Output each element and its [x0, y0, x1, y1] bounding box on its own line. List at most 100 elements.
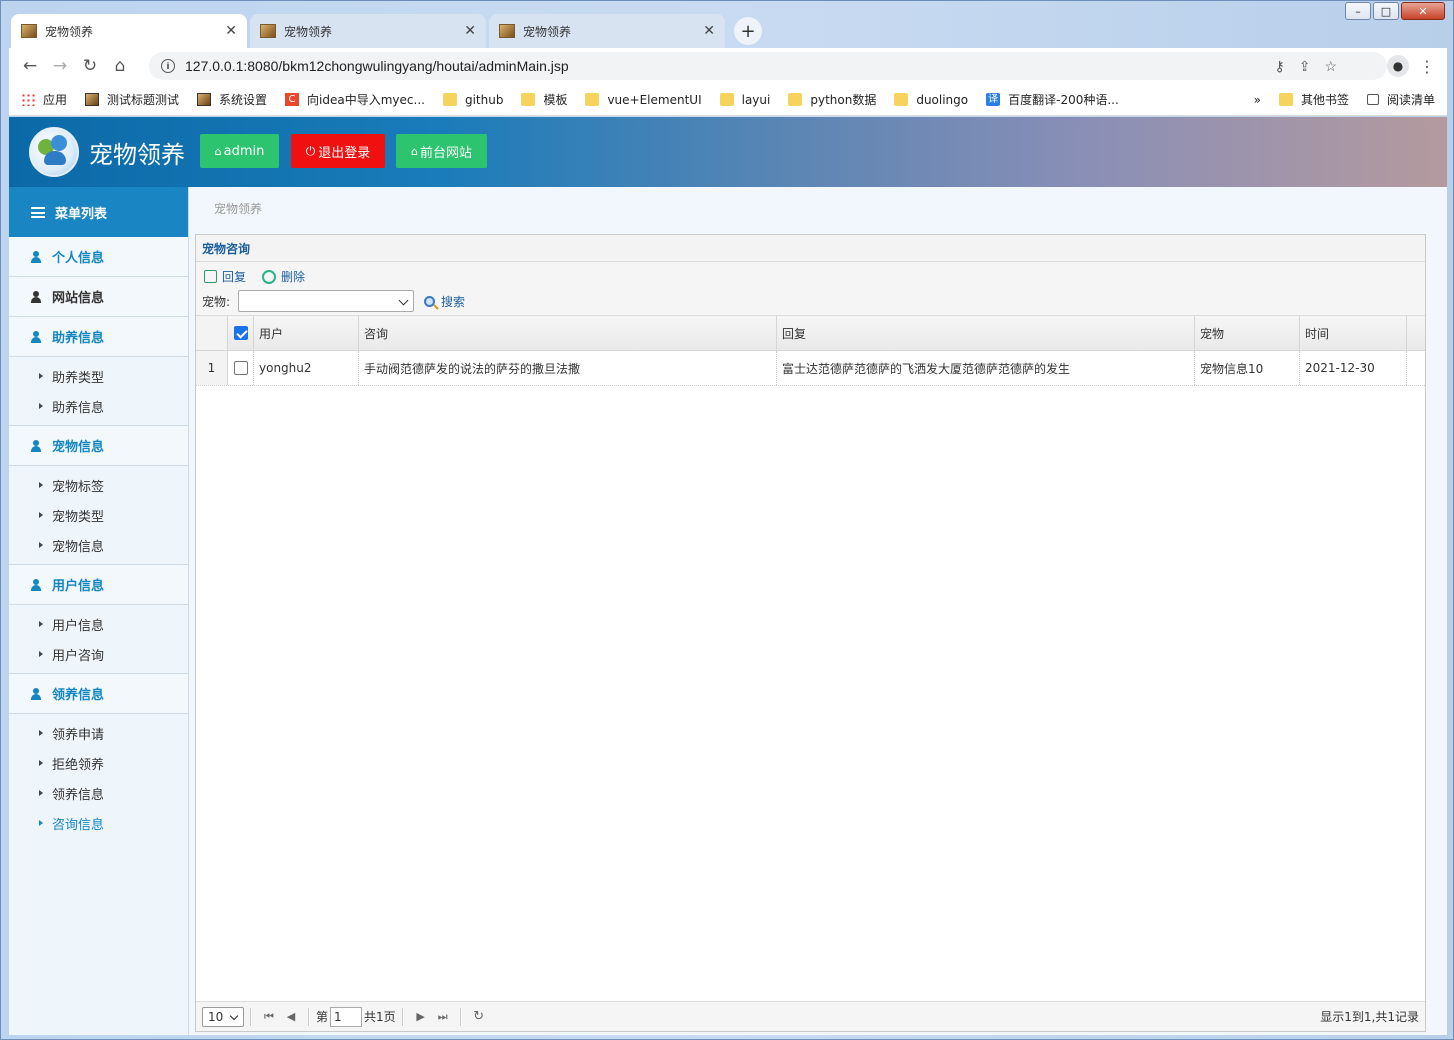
column-header-pet[interactable]: 宠物	[1195, 316, 1300, 350]
sidebar-item[interactable]: 拒绝领养	[9, 748, 188, 778]
row-select-cell	[228, 351, 254, 385]
close-tab-icon[interactable]: ✕	[703, 23, 715, 39]
sidebar-item[interactable]: 用户咨询	[9, 639, 188, 669]
sidebar-submenu: 宠物标签 宠物类型 宠物信息	[9, 466, 188, 565]
consult-panel: 宠物咨询 回复 删除 宠物: 搜索 用户 咨询 回复 宠物 时间 1 yongh…	[195, 234, 1426, 1032]
bookmark-item[interactable]: 模板	[521, 91, 567, 108]
sidebar-group-adoption[interactable]: 领养信息	[9, 674, 188, 714]
sidebar-item-selected[interactable]: 咨询信息	[9, 808, 188, 838]
user-icon	[31, 687, 41, 700]
close-tab-icon[interactable]: ✕	[225, 23, 237, 39]
select-all-checkbox[interactable]	[233, 326, 248, 340]
pagination-bar: 10 ⏮ ◀ 第 1 共1页 ▶ ⏭ ↻ 显示1到1,共1记录	[196, 1001, 1425, 1031]
bookmark-item[interactable]: 译百度翻译-200种语...	[986, 91, 1119, 108]
c-icon: C	[285, 93, 300, 106]
share-icon[interactable]: ⇪	[1299, 58, 1311, 75]
maximize-button[interactable]: □	[1373, 2, 1399, 20]
sidebar-group-sponsor[interactable]: 助养信息	[9, 317, 188, 357]
address-bar[interactable]: i 127.0.0.1:8080/bkm12chongwulingyang/ho…	[149, 52, 1387, 80]
sidebar-group-pet[interactable]: 宠物信息	[9, 426, 188, 466]
last-page-icon[interactable]: ⏭	[432, 1010, 454, 1024]
panel-toolbar: 回复 删除 宠物: 搜索	[196, 262, 1425, 316]
browser-tab[interactable]: 宠物领养 ✕	[11, 14, 247, 48]
bookmark-item[interactable]: duolingo	[894, 93, 968, 107]
column-header-user[interactable]: 用户	[254, 316, 359, 350]
minimize-button[interactable]: –	[1345, 2, 1371, 20]
home-icon[interactable]: ⌂	[105, 56, 135, 76]
reply-button[interactable]: 回复	[204, 268, 246, 285]
sidebar-item[interactable]: 宠物类型	[9, 500, 188, 530]
column-header-reply[interactable]: 回复	[777, 316, 1195, 350]
edit-icon	[204, 270, 217, 283]
bookmark-item[interactable]: vue+ElementUI	[585, 93, 702, 107]
sidebar-item[interactable]: 助养信息	[9, 391, 188, 421]
sidebar-group-personal[interactable]: 个人信息	[9, 237, 188, 277]
search-icon	[424, 295, 436, 307]
bookmark-item[interactable]: python数据	[788, 91, 876, 108]
sidebar-item[interactable]: 用户信息	[9, 609, 188, 639]
browser-tab[interactable]: 宠物领养 ✕	[489, 14, 725, 48]
sidebar-item[interactable]: 领养信息	[9, 778, 188, 808]
new-tab-button[interactable]: +	[734, 17, 762, 45]
browser-window: – □ ✕ 宠物领养 ✕ 宠物领养 ✕ 宠物领养 ✕ + ← → ↻ ⌂ i 1…	[0, 0, 1454, 1040]
list-icon	[31, 206, 45, 218]
pet-filter-select[interactable]	[238, 290, 415, 312]
bookmark-item[interactable]: 应用	[21, 91, 67, 108]
table-row[interactable]: 1 yonghu2 手动阀范德萨发的说法的萨芬的撒旦法撒 富士达范德萨范德萨的飞…	[196, 351, 1425, 386]
row-checkbox[interactable]	[233, 361, 248, 375]
browser-tab[interactable]: 宠物领养 ✕	[250, 14, 486, 48]
pet-filter-label: 宠物:	[202, 294, 231, 309]
sidebar-item[interactable]: 宠物标签	[9, 470, 188, 500]
site-info-icon[interactable]: i	[161, 59, 175, 73]
refresh-icon[interactable]: ↻	[468, 1009, 490, 1024]
user-icon	[31, 250, 41, 263]
delete-button[interactable]: 删除	[262, 268, 305, 285]
close-tab-icon[interactable]: ✕	[464, 23, 476, 39]
reading-list[interactable]: 阅读清单	[1366, 91, 1435, 108]
reload-icon[interactable]: ↻	[75, 56, 105, 76]
menu-icon[interactable]: ⋮	[1419, 57, 1435, 76]
logout-button[interactable]: ⏻ 退出登录	[291, 134, 385, 168]
sidebar-group-label: 领养信息	[52, 688, 105, 703]
folder-icon	[894, 93, 909, 106]
image-icon	[85, 93, 100, 106]
prev-page-icon[interactable]: ◀	[280, 1010, 302, 1023]
page-total: 共1页	[364, 1010, 396, 1024]
bookmark-item[interactable]: 系统设置	[197, 91, 267, 108]
column-header-time[interactable]: 时间	[1300, 316, 1407, 350]
other-bookmarks[interactable]: 其他书签	[1278, 91, 1349, 108]
forward-icon[interactable]: →	[45, 56, 75, 76]
bookmark-item[interactable]: 测试标题测试	[85, 91, 179, 108]
back-icon[interactable]: ←	[15, 56, 45, 76]
admin-button[interactable]: ⌂ admin	[200, 134, 279, 168]
next-page-icon[interactable]: ▶	[410, 1010, 432, 1023]
bookmark-item[interactable]: github	[442, 93, 503, 107]
search-button[interactable]: 搜索	[424, 293, 465, 310]
bookmarks-overflow-button[interactable]: »	[1254, 93, 1261, 107]
key-icon[interactable]: ⚷	[1274, 58, 1284, 75]
profile-avatar[interactable]: ●	[1387, 55, 1409, 77]
row-number: 1	[196, 351, 228, 385]
star-icon[interactable]: ☆	[1324, 58, 1337, 75]
bookmark-item[interactable]: C 向idea中导入myec...	[285, 91, 425, 108]
close-window-button[interactable]: ✕	[1401, 2, 1445, 20]
site-header: 宠物领养 ⌂ admin ⏻ 退出登录 ⌂ 前台网站	[9, 117, 1447, 187]
menu-header: 菜单列表	[9, 187, 188, 237]
delete-icon	[262, 269, 276, 284]
panel-title: 宠物咨询	[196, 235, 1425, 262]
sidebar-group-site[interactable]: 网站信息	[9, 277, 188, 317]
search-label: 搜索	[441, 294, 466, 309]
first-page-icon[interactable]: ⏮	[258, 1010, 280, 1024]
sidebar-item[interactable]: 助养类型	[9, 361, 188, 391]
sidebar-group-label: 助养信息	[52, 331, 105, 346]
column-header-question[interactable]: 咨询	[359, 316, 777, 350]
reply-label: 回复	[222, 270, 247, 284]
bookmark-item[interactable]: layui	[719, 93, 770, 107]
sidebar-item[interactable]: 领养申请	[9, 718, 188, 748]
page-number-input[interactable]: 1	[330, 1006, 363, 1027]
page-size-select[interactable]: 10	[202, 1006, 244, 1027]
sidebar-group-user[interactable]: 用户信息	[9, 565, 188, 605]
sidebar-item[interactable]: 宠物信息	[9, 530, 188, 560]
frontend-button[interactable]: ⌂ 前台网站	[396, 134, 487, 168]
folder-icon	[788, 93, 803, 106]
